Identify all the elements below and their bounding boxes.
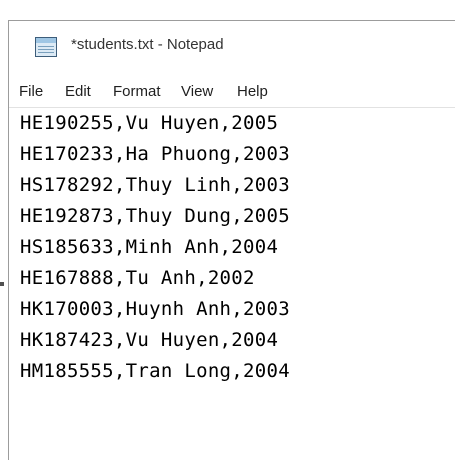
text-line: HE192873,Thuy Dung,2005 <box>20 205 290 227</box>
text-line: HE170233,Ha Phuong,2003 <box>20 143 290 165</box>
notepad-icon <box>35 37 57 57</box>
menu-edit[interactable]: Edit <box>65 83 91 100</box>
menu-view[interactable]: View <box>181 83 213 100</box>
window-title: *students.txt - Notepad <box>71 36 224 53</box>
notepad-window: *students.txt - Notepad File Edit Format… <box>8 20 455 460</box>
text-line: HE167888,Tu Anh,2002 <box>20 267 255 289</box>
text-line: HS178292,Thuy Linh,2003 <box>20 174 290 196</box>
text-editor[interactable]: HE190255,Vu Huyen,2005 HE170233,Ha Phuon… <box>9 107 455 460</box>
text-line: HS185633,Minh Anh,2004 <box>20 236 279 258</box>
text-line: HK170003,Huynh Anh,2003 <box>20 298 290 320</box>
menu-bar: File Edit Format View Help <box>9 73 455 107</box>
title-bar[interactable]: *students.txt - Notepad <box>9 21 455 73</box>
text-line: HM185555,Tran Long,2004 <box>20 360 290 382</box>
menu-format[interactable]: Format <box>113 83 161 100</box>
window-edge-mark <box>0 282 4 286</box>
text-line: HE190255,Vu Huyen,2005 <box>20 112 279 134</box>
menu-help[interactable]: Help <box>237 83 268 100</box>
menu-file[interactable]: File <box>19 83 43 100</box>
text-line: HK187423,Vu Huyen,2004 <box>20 329 279 351</box>
